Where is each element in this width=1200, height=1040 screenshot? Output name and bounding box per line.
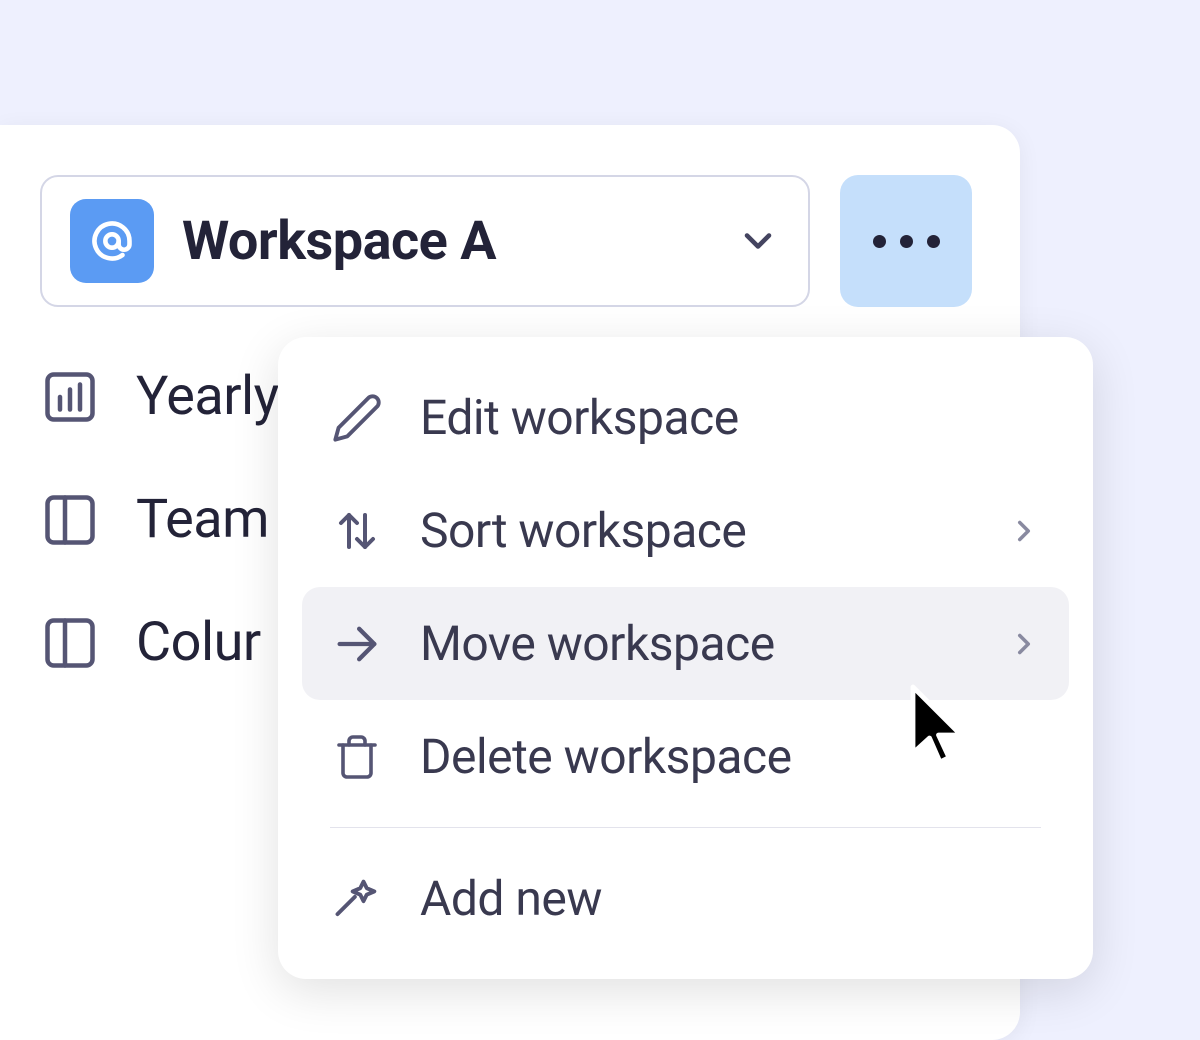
nav-label: Team (136, 488, 269, 551)
workspace-badge (70, 199, 154, 283)
menu-label: Move workspace (420, 615, 971, 672)
magic-wand-icon (331, 873, 383, 925)
menu-item-delete[interactable]: Delete workspace (302, 700, 1069, 813)
context-menu: Edit workspace Sort workspace Move works… (278, 337, 1093, 979)
trash-icon (333, 733, 381, 781)
panel-left-icon (40, 490, 100, 550)
chevron-right-icon (1007, 514, 1041, 548)
nav-label: Yearly (136, 365, 279, 428)
header-row: Workspace A (40, 175, 980, 307)
menu-item-move[interactable]: Move workspace (302, 587, 1069, 700)
at-icon (87, 216, 137, 266)
menu-label: Edit workspace (420, 389, 1041, 446)
nav-label: Colur (136, 611, 261, 674)
menu-label: Sort workspace (420, 502, 971, 559)
menu-item-sort[interactable]: Sort workspace (302, 474, 1069, 587)
dot-icon (873, 235, 886, 248)
menu-label: Add new (420, 870, 1041, 927)
bar-chart-icon (40, 367, 100, 427)
panel-left-icon (40, 613, 100, 673)
workspace-dropdown[interactable]: Workspace A (40, 175, 810, 307)
arrow-right-icon (331, 618, 383, 670)
more-options-button[interactable] (840, 175, 972, 307)
chevron-down-icon (736, 219, 780, 263)
chevron-right-icon (1007, 627, 1041, 661)
menu-label: Delete workspace (420, 728, 1041, 785)
menu-item-add-new[interactable]: Add new (302, 842, 1069, 955)
dot-icon (900, 235, 913, 248)
pencil-icon (331, 392, 383, 444)
workspace-name: Workspace A (182, 210, 708, 273)
menu-divider (330, 827, 1041, 828)
dot-icon (927, 235, 940, 248)
menu-item-edit[interactable]: Edit workspace (302, 361, 1069, 474)
sort-icon (333, 507, 381, 555)
